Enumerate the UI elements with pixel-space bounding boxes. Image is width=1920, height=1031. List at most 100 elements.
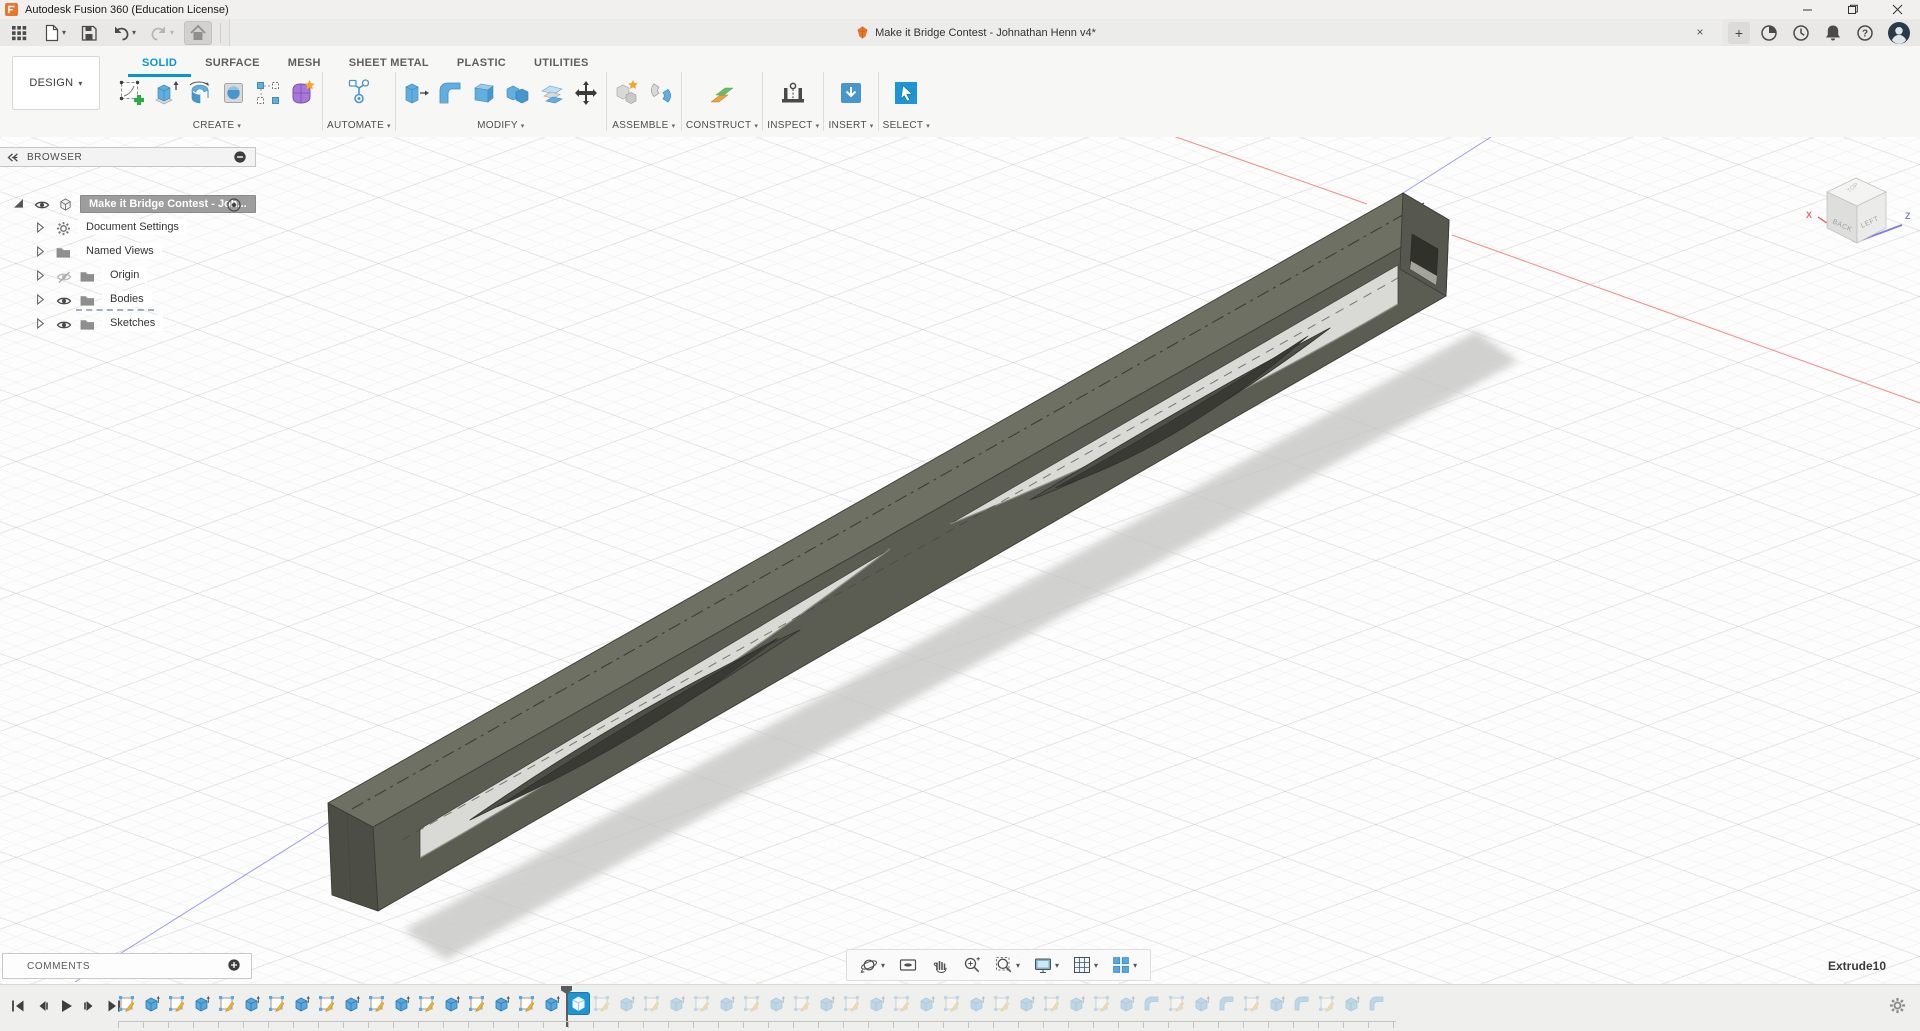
visibility-eye-icon[interactable] (56, 317, 72, 333)
collapse-caret-icon[interactable] (34, 221, 47, 234)
step-back-icon[interactable] (32, 995, 52, 1017)
timeline-feature-sketch[interactable] (268, 995, 285, 1012)
collapse-panel-icon[interactable] (6, 152, 19, 163)
collapse-caret-icon[interactable] (34, 269, 47, 282)
extensions-icon[interactable] (1760, 24, 1778, 42)
timeline-feature-extrude[interactable] (293, 995, 310, 1012)
timeline-feature-extrude[interactable] (718, 995, 735, 1012)
visibility-eye-icon[interactable] (34, 197, 50, 213)
activate-target-icon[interactable] (226, 197, 242, 213)
timeline-feature-extrude[interactable] (493, 995, 510, 1012)
timeline-feature-fillet[interactable] (1143, 995, 1160, 1012)
group-label-construct[interactable]: CONSTRUCT ▾ (686, 120, 758, 131)
fillet-icon[interactable] (434, 75, 466, 111)
viewport[interactable]: BACK LEFT TOP X Z BROWSER Make it Bridge… (0, 137, 1920, 984)
timeline-feature-sketch[interactable] (1043, 995, 1060, 1012)
timeline-feature-extrude[interactable] (618, 995, 635, 1012)
app-grid-icon[interactable] (6, 22, 32, 44)
timeline-feature-sketch[interactable] (318, 995, 335, 1012)
split-body-icon[interactable] (536, 75, 568, 111)
collapse-caret-icon[interactable] (34, 293, 47, 306)
timeline-feature-fillet[interactable] (1368, 995, 1385, 1012)
browser-item-label[interactable]: Origin (102, 267, 148, 283)
extrude-icon[interactable] (150, 75, 182, 111)
timeline-feature-extrude[interactable] (143, 995, 160, 1012)
group-label-select[interactable]: SELECT ▾ (883, 120, 931, 131)
timeline-feature-extrude[interactable] (768, 995, 785, 1012)
group-label-inspect[interactable]: INSPECT ▾ (767, 120, 819, 131)
file-icon[interactable]: ▾ (38, 22, 70, 44)
visibility-eye-off-icon[interactable] (56, 269, 72, 285)
timeline-feature-extrude[interactable] (243, 995, 260, 1012)
timeline-feature-extrude[interactable] (968, 995, 985, 1012)
timeline-feature-sketch[interactable] (843, 995, 860, 1012)
workspace-selector[interactable]: DESIGN ▾ (12, 56, 100, 110)
pan-icon[interactable] (924, 952, 956, 978)
timeline-feature-sketch[interactable] (643, 995, 660, 1012)
move-icon[interactable] (570, 75, 602, 111)
timeline-feature-sketch[interactable] (1318, 995, 1335, 1012)
add-comment-icon[interactable] (227, 958, 241, 972)
group-label-modify[interactable]: MODIFY ▾ (477, 120, 525, 131)
timeline-feature-extrude[interactable] (1268, 995, 1285, 1012)
combine-icon[interactable] (502, 75, 534, 111)
construct-plane-icon[interactable] (706, 75, 738, 111)
hole-icon[interactable] (218, 75, 250, 111)
job-status-icon[interactable] (1792, 24, 1810, 42)
visibility-eye-icon[interactable] (56, 293, 72, 309)
timeline-feature-extrude[interactable] (1193, 995, 1210, 1012)
maximize-button[interactable] (1830, 0, 1875, 19)
undo-icon[interactable]: ▾ (108, 22, 140, 44)
viewports-icon[interactable]: ▾ (1105, 952, 1144, 978)
timeline-feature-extrude[interactable] (393, 995, 410, 1012)
help-icon[interactable]: ? (1856, 24, 1874, 42)
timeline-feature-sketch[interactable] (468, 995, 485, 1012)
go-to-start-icon[interactable] (8, 995, 28, 1017)
timeline-feature-sketch[interactable] (168, 995, 185, 1012)
automate-icon[interactable] (343, 75, 375, 111)
timeline-feature-sketch[interactable] (593, 995, 610, 1012)
save-icon[interactable] (76, 22, 102, 44)
display-settings-icon[interactable]: ▾ (1027, 952, 1066, 978)
document-tab[interactable]: Make it Bridge Contest - Johnathan Henn … (229, 19, 1722, 46)
timeline-feature-extrude[interactable] (193, 995, 210, 1012)
create-form-icon[interactable] (286, 75, 318, 111)
select-tool-icon[interactable] (890, 75, 922, 111)
timeline-settings-gear-icon[interactable] (1889, 997, 1906, 1014)
timeline-feature-extrude[interactable] (868, 995, 885, 1012)
timeline-feature-sketch[interactable] (218, 995, 235, 1012)
view-cube[interactable]: BACK LEFT TOP X Z (1806, 177, 1911, 244)
timeline-feature-sketch[interactable] (1093, 995, 1110, 1012)
browser-item-label[interactable]: Document Settings (78, 219, 187, 235)
group-label-create[interactable]: CREATE ▾ (193, 120, 241, 131)
timeline-feature-sketch[interactable] (893, 995, 910, 1012)
close-button[interactable] (1875, 0, 1920, 19)
timeline-feature-sketch[interactable] (1168, 995, 1185, 1012)
timeline-feature-sketch[interactable] (743, 995, 760, 1012)
press-pull-icon[interactable] (400, 75, 432, 111)
orbit-icon[interactable]: ▾ (853, 952, 892, 978)
collapse-caret-icon[interactable] (34, 245, 47, 258)
step-forward-icon[interactable] (80, 995, 100, 1017)
timeline-feature-sketch[interactable] (793, 995, 810, 1012)
browser-item-label[interactable]: Sketches (102, 315, 164, 331)
timeline-feature-fillet[interactable] (1293, 995, 1310, 1012)
timeline-feature-extrude-current[interactable] (568, 993, 589, 1014)
group-label-automate[interactable]: AUTOMATE ▾ (327, 120, 391, 131)
browser-header[interactable]: BROWSER (0, 147, 256, 167)
timeline-feature-fillet[interactable] (1218, 995, 1235, 1012)
revolve-icon[interactable] (184, 75, 216, 111)
timeline-feature-extrude[interactable] (443, 995, 460, 1012)
comments-bar[interactable]: COMMENTS (2, 953, 252, 979)
expand-caret-icon[interactable] (12, 197, 25, 210)
document-tab-close-icon[interactable]: × (1692, 24, 1708, 40)
timeline-feature-sketch[interactable] (518, 995, 535, 1012)
joint-icon[interactable] (645, 75, 677, 111)
timeline-feature-sketch[interactable] (118, 995, 135, 1012)
timeline-feature-extrude[interactable] (1343, 995, 1360, 1012)
measure-icon[interactable] (777, 75, 809, 111)
timeline-feature-sketch[interactable] (693, 995, 710, 1012)
minimize-panel-icon[interactable] (233, 150, 247, 164)
insert-mesh-icon[interactable] (835, 75, 867, 111)
new-tab-button[interactable]: + (1728, 21, 1750, 44)
